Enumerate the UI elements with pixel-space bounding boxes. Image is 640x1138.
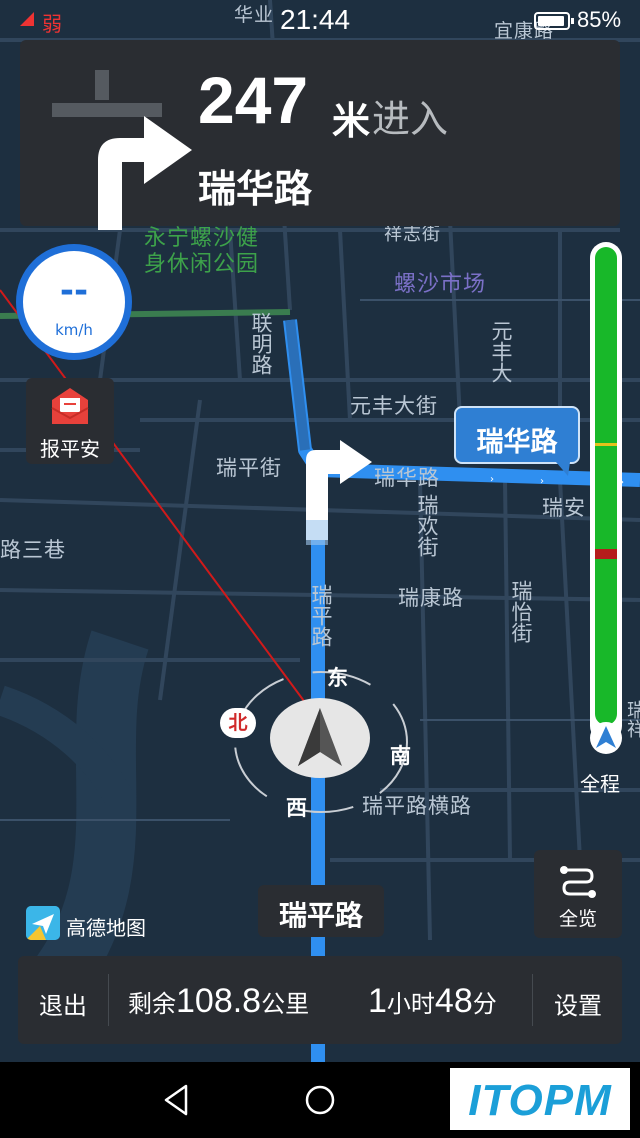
safety-report-button[interactable]: 报平安 — [26, 378, 114, 464]
current-road-name: 瑞平路 — [278, 899, 363, 932]
compass-north: 北 — [220, 708, 256, 738]
compass-south: 南 — [390, 744, 411, 768]
exit-button-label: 退出 — [39, 992, 87, 1020]
svg-text:›: › — [490, 474, 494, 485]
map-label-ruiyi: 瑞怡街 — [509, 580, 533, 643]
map-label-lianming: 联明路 — [249, 312, 273, 375]
compass-west: 西 — [286, 796, 307, 820]
navigation-arrow-icon — [596, 726, 616, 748]
settings-button-label: 设置 — [554, 992, 602, 1020]
traffic-jam-segment — [595, 549, 617, 559]
home-icon[interactable] — [304, 1084, 336, 1116]
route-road-callout: 瑞华路 — [454, 406, 580, 476]
safety-report-label: 报平安 — [40, 437, 100, 461]
remaining-label: 剩余 — [128, 990, 176, 1018]
speed-value: -- — [59, 271, 89, 311]
speed-indicator: -- km/h — [16, 244, 132, 360]
map-label-ruian: 瑞安 — [542, 496, 586, 520]
exit-button[interactable]: 退出 — [18, 956, 108, 1044]
compass-east: 东 — [327, 666, 348, 690]
app-logo-text: 高德地图 — [66, 916, 146, 940]
settings-button[interactable]: 设置 — [534, 956, 622, 1044]
route-overview-icon — [560, 866, 596, 898]
map-label-lane3: 路三巷 — [0, 538, 66, 562]
envelope-icon — [51, 388, 89, 424]
signal-strength: 弱 — [42, 14, 62, 36]
back-icon[interactable] — [162, 1084, 192, 1116]
watermark: ITOPM — [450, 1068, 630, 1130]
battery-icon — [534, 12, 574, 30]
map-label-ruihua-road: 瑞华路 — [374, 466, 440, 490]
turn-distance-unit: 米 — [332, 99, 371, 143]
turn-action: 进入 — [372, 97, 449, 141]
full-route-label: 全程 — [580, 772, 620, 796]
next-road-name: 瑞华路 — [198, 167, 313, 211]
divider — [532, 974, 533, 1026]
progress-position-marker — [590, 722, 622, 754]
route-progress-bar — [590, 242, 622, 742]
battery-percentage: 85% — [577, 7, 622, 32]
clock: 21:44 — [280, 4, 351, 35]
map-label-ruiping-road: 瑞平路 — [309, 584, 333, 647]
overview-button[interactable]: 全览 — [534, 850, 622, 938]
route-road-callout-label: 瑞华路 — [476, 427, 558, 458]
remaining-distance: 剩余108.8公里 — [128, 982, 309, 1021]
map-label-market: 螺沙市场 — [394, 272, 487, 297]
remaining-value: 108.8 — [176, 982, 262, 1020]
map-label-ruihuan: 瑞欢街 — [415, 494, 439, 557]
map-label-ruiping-street: 瑞平街 — [216, 456, 282, 480]
remaining-time: 1小时48分 — [368, 982, 497, 1021]
navigation-arrow-icon — [298, 708, 342, 766]
eta-hours: 1 — [368, 982, 387, 1020]
divider — [108, 974, 109, 1026]
map-label-yuanfeng-street: 元丰大街 — [350, 394, 438, 418]
eta-minutes: 48 — [434, 982, 473, 1020]
status-bar: 弱 21:44 85% — [0, 0, 640, 42]
amap-logo-icon — [26, 906, 60, 940]
traffic-slow-segment — [595, 443, 617, 446]
turn-distance: 247 — [198, 63, 309, 137]
signal-icon — [20, 12, 34, 26]
eta-hour-unit: 小时 — [386, 990, 435, 1018]
eta-minute-unit: 分 — [472, 990, 497, 1018]
remaining-unit: 公里 — [261, 990, 310, 1018]
vehicle-position — [270, 698, 370, 778]
overview-button-label: 全览 — [558, 908, 597, 930]
watermark-text: ITOPM — [468, 1076, 612, 1125]
current-road-label: 瑞平路 — [258, 885, 384, 937]
speed-unit: km/h — [55, 321, 93, 339]
turn-guidance-panel[interactable]: 247 米 进入 瑞华路 — [20, 40, 620, 230]
map-label-ruixiang: 瑞祥 — [624, 700, 640, 738]
turn-right-icon — [52, 70, 192, 230]
map-label-ruikang: 瑞康路 — [398, 586, 464, 610]
trip-info-bar: 退出 剩余108.8公里 1小时48分 设置 — [18, 956, 622, 1044]
svg-text:›: › — [540, 476, 544, 487]
map-label-yuanfeng-vertical: 元丰大 — [489, 320, 513, 383]
